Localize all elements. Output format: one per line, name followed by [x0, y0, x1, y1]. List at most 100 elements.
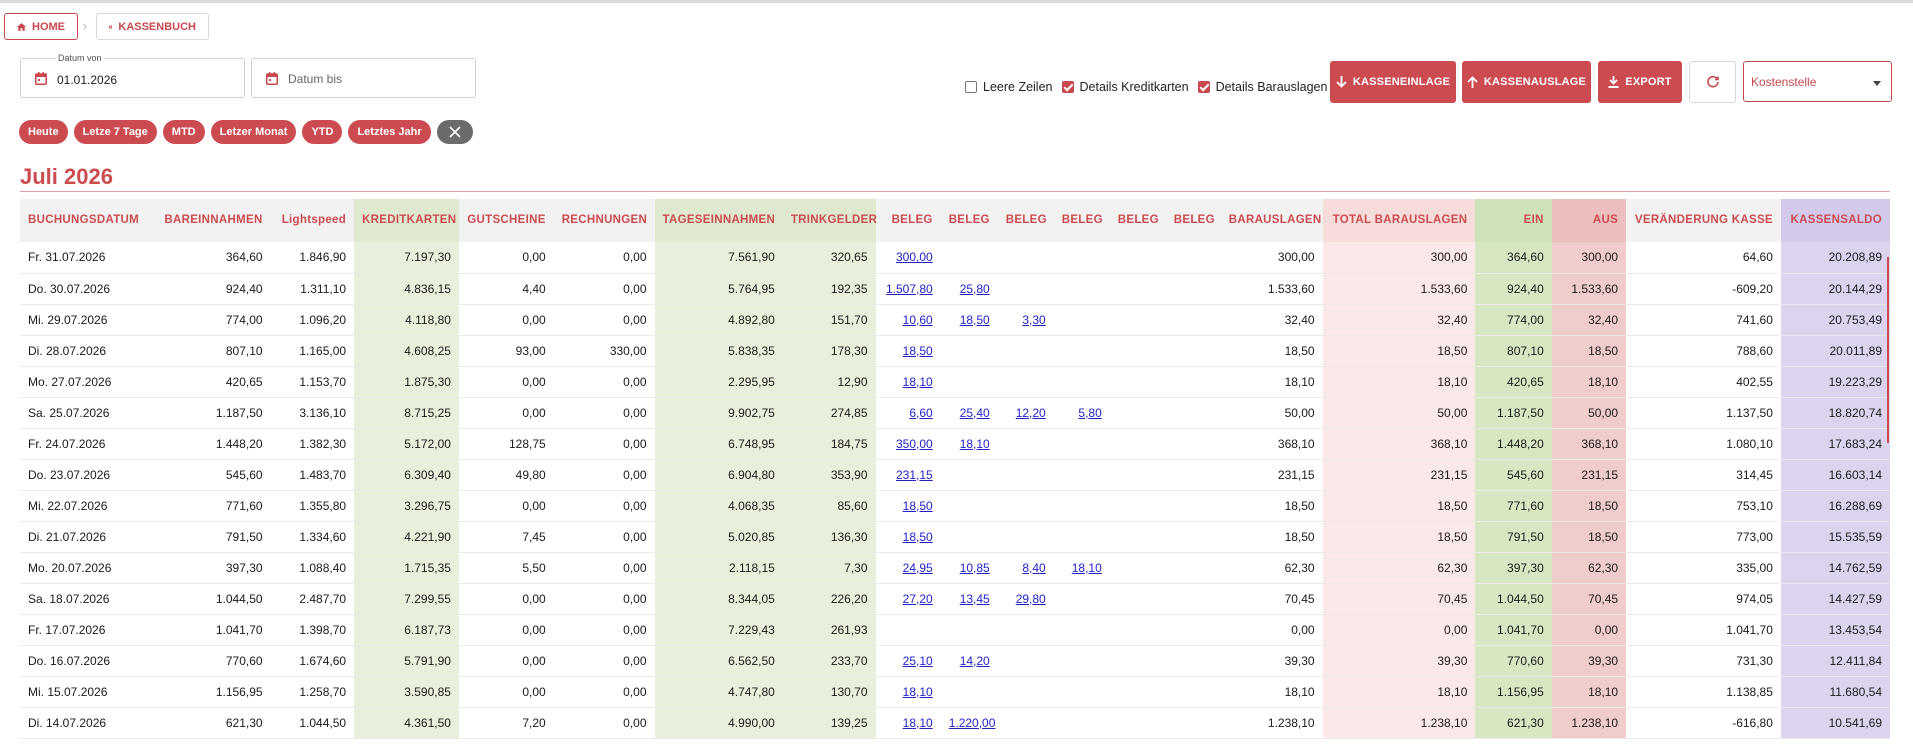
beleg-link[interactable]: 8,40 — [1022, 561, 1045, 575]
beleg-link[interactable]: 18,10 — [903, 375, 933, 389]
beleg-link[interactable]: 18,10 — [903, 685, 933, 699]
breadcrumb-home[interactable]: HOME — [4, 13, 78, 40]
breadcrumb-kassenbuch[interactable]: $ KASSENBUCH — [96, 13, 209, 40]
cell-beleg-2[interactable]: 18,50 — [940, 304, 998, 336]
details-kreditkarten-label: Details Kreditkarten — [1079, 80, 1189, 94]
beleg-link[interactable]: 13,45 — [960, 592, 990, 606]
calendar-icon — [266, 72, 278, 85]
cell-beleg-4 — [1053, 242, 1110, 274]
details-barauslagen-box[interactable] — [1197, 81, 1210, 93]
cell-beleg-3 — [997, 428, 1054, 460]
cell-beleg-1[interactable]: 24,95 — [875, 552, 941, 584]
export-button[interactable]: EXPORT — [1598, 61, 1682, 103]
cell-rechnungen: 0,00 — [553, 242, 655, 274]
kostenstelle-select[interactable]: Kostenstelle — [1743, 61, 1892, 102]
cell-beleg-2[interactable]: 25,80 — [940, 273, 998, 305]
beleg-link[interactable]: 231,15 — [896, 468, 933, 482]
beleg-link[interactable]: 12,20 — [1016, 406, 1046, 420]
beleg-link[interactable]: 18,50 — [903, 499, 933, 513]
beleg-link[interactable]: 18,50 — [903, 530, 933, 544]
beleg-link[interactable]: 18,10 — [903, 716, 933, 730]
refresh-button[interactable] — [1689, 61, 1736, 103]
cell-beleg-1[interactable]: 18,10 — [875, 707, 941, 739]
beleg-link[interactable]: 6,60 — [909, 406, 932, 420]
cell-beleg-6 — [1165, 614, 1221, 646]
beleg-link[interactable]: 10,60 — [903, 313, 933, 327]
cell-beleg-1[interactable]: 10,60 — [875, 304, 941, 336]
details-barauslagen-checkbox[interactable]: Details Barauslagen — [1197, 80, 1327, 94]
cell-trinkgelder: 85,60 — [782, 490, 876, 522]
chip-heute[interactable]: Heute — [19, 120, 68, 144]
chip-letztes-jahr[interactable]: Letztes Jahr — [348, 120, 431, 144]
details-kreditkarten-box[interactable] — [1061, 81, 1074, 93]
cell-beleg-3[interactable]: 8,40 — [997, 552, 1054, 584]
beleg-link[interactable]: 5,80 — [1078, 406, 1101, 420]
beleg-link[interactable]: 10,85 — [960, 561, 990, 575]
cell-beleg-4[interactable]: 5,80 — [1053, 397, 1110, 429]
beleg-link[interactable]: 25,40 — [960, 406, 990, 420]
beleg-link[interactable]: 1.220,00 — [949, 716, 996, 730]
cell-aus: 62,30 — [1551, 552, 1627, 584]
cell-bareinnahmen: 1.156,95 — [152, 676, 271, 708]
cell-barauslagen: 18,50 — [1220, 335, 1323, 367]
beleg-link[interactable]: 18,10 — [1072, 561, 1102, 575]
beleg-link[interactable]: 29,80 — [1016, 592, 1046, 606]
kassenauslage-button[interactable]: KASSENAUSLAGE — [1462, 61, 1591, 103]
header-lightspeed: Lightspeed — [270, 199, 355, 242]
cell-beleg-4 — [1053, 707, 1110, 739]
cell-beleg-1[interactable]: 6,60 — [875, 397, 941, 429]
cell-beleg-3[interactable]: 3,30 — [997, 304, 1054, 336]
cell-beleg-1[interactable]: 25,10 — [875, 645, 941, 677]
clear-filter-button[interactable] — [436, 120, 473, 144]
cell-veraenderung-kasse: 1.041,70 — [1626, 614, 1781, 646]
beleg-link[interactable]: 18,50 — [903, 344, 933, 358]
datum-bis-field[interactable]: Datum bis — [251, 58, 476, 98]
cell-beleg-2[interactable]: 13,45 — [940, 583, 998, 615]
cell-beleg-1[interactable]: 18,50 — [875, 521, 941, 553]
beleg-link[interactable]: 3,30 — [1022, 313, 1045, 327]
beleg-link[interactable]: 24,95 — [903, 561, 933, 575]
cell-ein: 1.448,20 — [1475, 428, 1552, 460]
cell-beleg-1[interactable]: 300,00 — [875, 242, 941, 274]
scrollbar-thumb[interactable] — [1887, 257, 1889, 443]
beleg-link[interactable]: 14,20 — [960, 654, 990, 668]
cell-beleg-2[interactable]: 14,20 — [940, 645, 998, 677]
kassenbuch-table-wrapper[interactable]: BUCHUNGSDATUM BAREINNAHMEN Lightspeed KREDI… — [20, 199, 1890, 744]
details-kreditkarten-checkbox[interactable]: Details Kreditkarten — [1061, 80, 1189, 94]
cell-beleg-1[interactable]: 18,10 — [875, 676, 941, 708]
beleg-link[interactable]: 25,10 — [903, 654, 933, 668]
chip-ytd[interactable]: YTD — [302, 120, 343, 144]
cell-beleg-2[interactable]: 10,85 — [940, 552, 998, 584]
cell-beleg-1[interactable]: 27,20 — [875, 583, 941, 615]
cell-buchungsdatum: Mo. 20.07.2026 — [20, 552, 153, 584]
cell-beleg-4[interactable]: 18,10 — [1053, 552, 1110, 584]
beleg-link[interactable]: 18,50 — [960, 313, 990, 327]
cell-beleg-1[interactable]: 18,50 — [875, 335, 941, 367]
chip-mtd[interactable]: MTD — [162, 120, 205, 144]
cell-beleg-3[interactable]: 29,80 — [997, 583, 1054, 615]
beleg-link[interactable]: 27,20 — [903, 592, 933, 606]
kasseneinlage-button[interactable]: KASSENEINLAGE — [1330, 61, 1456, 103]
cell-beleg-1[interactable]: 1.507,80 — [875, 273, 941, 305]
beleg-link[interactable]: 18,10 — [960, 437, 990, 451]
cell-bareinnahmen: 924,40 — [152, 273, 271, 305]
beleg-link[interactable]: 350,00 — [896, 437, 933, 451]
leere-zeilen-box[interactable] — [965, 81, 977, 93]
cell-beleg-1[interactable]: 18,50 — [875, 490, 941, 522]
cell-beleg-1[interactable]: 231,15 — [875, 459, 941, 491]
cell-beleg-2[interactable]: 25,40 — [940, 397, 998, 429]
leere-zeilen-checkbox[interactable]: Leere Zeilen — [965, 80, 1053, 94]
chip-letze-7-tage[interactable]: Letze 7 Tage — [73, 120, 157, 144]
cell-beleg-1[interactable]: 18,10 — [875, 366, 941, 398]
cell-beleg-2[interactable]: 1.220,00 — [940, 707, 998, 739]
beleg-link[interactable]: 300,00 — [896, 250, 933, 264]
cell-bareinnahmen: 771,60 — [152, 490, 271, 522]
cell-beleg-2[interactable]: 18,10 — [940, 428, 998, 460]
datum-von-field[interactable]: Datum von 01.01.2026 — [20, 53, 245, 98]
cell-beleg-1[interactable]: 350,00 — [875, 428, 941, 460]
cell-beleg-3[interactable]: 12,20 — [997, 397, 1054, 429]
beleg-link[interactable]: 25,80 — [960, 282, 990, 296]
chip-letzer-monat[interactable]: Letzer Monat — [210, 120, 297, 144]
header-bareinnahmen: BAREINNAHMEN — [152, 199, 271, 242]
beleg-link[interactable]: 1.507,80 — [886, 282, 933, 296]
